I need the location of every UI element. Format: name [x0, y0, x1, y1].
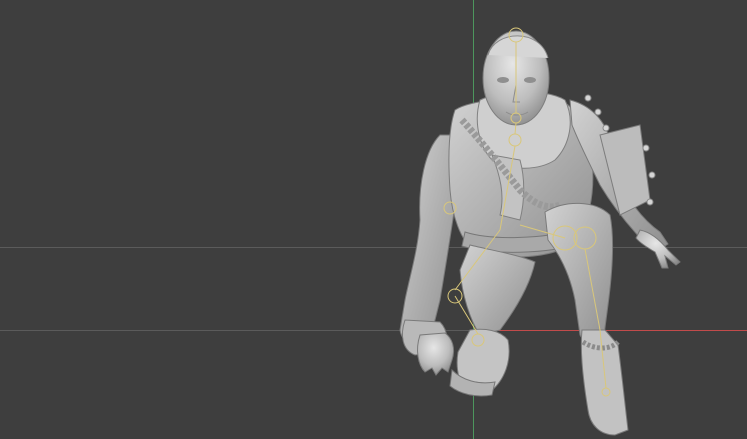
- left-leg[interactable]: [449, 244, 536, 397]
- right-leg[interactable]: [544, 202, 629, 436]
- character-model[interactable]: [0, 0, 747, 439]
- 3d-viewport[interactable]: [0, 0, 747, 439]
